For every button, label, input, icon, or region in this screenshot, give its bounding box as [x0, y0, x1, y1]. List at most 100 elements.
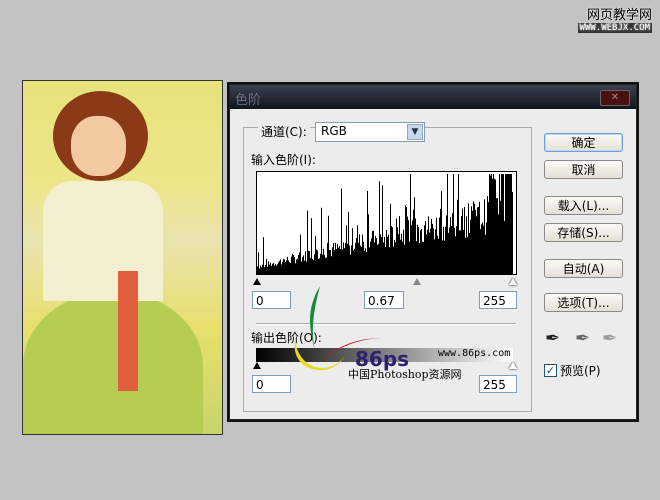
histogram-bar — [277, 264, 278, 274]
histogram-bar — [451, 226, 452, 274]
histogram-bar — [393, 246, 394, 274]
histogram-bar — [473, 201, 474, 274]
black-eyedropper-icon[interactable]: ✒ — [545, 328, 560, 349]
output-black-field[interactable]: 0 — [252, 375, 291, 393]
histogram-bar — [413, 209, 414, 274]
histogram-bar — [449, 227, 450, 274]
histogram-bar — [479, 201, 480, 274]
cancel-button[interactable]: 取消 — [544, 160, 623, 179]
histogram-bar — [387, 236, 388, 274]
histogram-bar — [342, 249, 343, 274]
auto-button[interactable]: 自动(A) — [544, 259, 623, 278]
histogram-bar — [358, 242, 359, 274]
histogram-bar — [494, 178, 495, 274]
histogram-bar — [464, 207, 465, 274]
histogram-bar — [314, 254, 315, 274]
histogram-bar — [322, 254, 323, 274]
white-eyedropper-icon[interactable]: ✒ — [602, 328, 617, 349]
histogram-bar — [386, 229, 387, 274]
histogram-bar — [264, 267, 265, 274]
histogram-bar — [478, 206, 479, 274]
histogram-bar — [444, 240, 445, 274]
histogram-bar — [352, 228, 353, 274]
histogram-bar — [489, 174, 490, 274]
histogram-bar — [326, 257, 327, 274]
histogram-bar — [488, 202, 489, 274]
histogram-bar — [379, 181, 380, 274]
histogram-bar — [415, 218, 416, 274]
histogram-bar — [269, 264, 270, 274]
histogram-bar — [498, 214, 499, 274]
histogram-bar — [294, 257, 295, 274]
histogram-bar — [278, 262, 279, 274]
histogram-bar — [273, 262, 274, 274]
histogram-bar — [382, 185, 383, 274]
histogram-bar — [487, 196, 488, 274]
gray-eyedropper-icon[interactable]: ✒ — [575, 328, 590, 349]
histogram-bar — [405, 205, 406, 274]
histogram-bar — [261, 267, 262, 274]
output-white-slider[interactable] — [509, 362, 517, 369]
histogram-bar — [403, 229, 404, 274]
histogram-bar — [371, 238, 372, 274]
histogram-bar — [426, 234, 427, 274]
title-bar[interactable]: 色阶 ✕ — [230, 85, 636, 109]
options-button[interactable]: 选项(T)... — [544, 293, 623, 312]
histogram-bar — [353, 250, 354, 274]
histogram-bar — [279, 261, 280, 274]
histogram-bar — [328, 215, 329, 274]
histogram-bar — [299, 252, 300, 274]
histogram-bar — [485, 234, 486, 274]
histogram-bar — [267, 266, 268, 274]
histogram-bar — [502, 174, 503, 274]
histogram-bar — [400, 239, 401, 274]
chevron-down-icon[interactable]: ▼ — [407, 124, 423, 140]
histogram-bar — [424, 225, 425, 274]
input-black-field[interactable]: 0 — [252, 291, 291, 309]
histogram-bar — [344, 248, 345, 274]
histogram-bar — [258, 252, 259, 274]
watermark-url: WWW.WEBJX.COM — [577, 23, 652, 33]
preview-checkbox[interactable]: ✓ — [544, 364, 557, 377]
histogram-bar — [456, 226, 457, 274]
histogram-bar — [462, 208, 463, 274]
input-white-slider[interactable] — [509, 278, 517, 285]
histogram-bar — [289, 262, 290, 274]
histogram-bar — [360, 245, 361, 274]
histogram-bar — [381, 236, 382, 274]
histogram-bar — [288, 260, 289, 274]
histogram-bar — [259, 268, 260, 274]
histogram-bar — [257, 266, 258, 274]
histogram-bar — [378, 243, 379, 274]
histogram-bar — [471, 206, 472, 274]
histogram-bar — [305, 251, 306, 274]
channel-select[interactable]: RGB ▼ — [315, 122, 425, 142]
histogram-bar — [345, 243, 346, 274]
save-button[interactable]: 存储(S)... — [544, 223, 623, 242]
histogram-bar — [506, 174, 507, 274]
histogram-bar — [292, 254, 293, 274]
histogram-bar — [341, 188, 342, 274]
histogram-bar — [373, 230, 374, 274]
histogram-bar — [463, 229, 464, 274]
preview-label[interactable]: 预览(P) — [560, 362, 601, 379]
histogram-bar — [306, 261, 307, 274]
output-black-slider[interactable] — [253, 362, 261, 369]
load-button[interactable]: 载入(L)... — [544, 196, 623, 215]
histogram-bar — [293, 255, 294, 274]
input-black-slider[interactable] — [253, 278, 261, 285]
histogram-bar — [432, 223, 433, 274]
histogram-bar — [349, 245, 350, 274]
histogram-bar — [470, 219, 471, 274]
histogram-bar — [429, 232, 430, 274]
histogram-bar — [466, 216, 467, 274]
histogram-bar — [296, 259, 297, 274]
histogram-bar — [391, 226, 392, 274]
histogram-bar — [439, 217, 440, 274]
histogram-bar — [395, 242, 396, 274]
photo-preview — [22, 80, 223, 435]
histogram-bar — [512, 191, 513, 274]
close-button[interactable]: ✕ — [600, 90, 630, 106]
histogram — [256, 171, 517, 275]
ok-button[interactable]: 确定 — [544, 133, 623, 152]
